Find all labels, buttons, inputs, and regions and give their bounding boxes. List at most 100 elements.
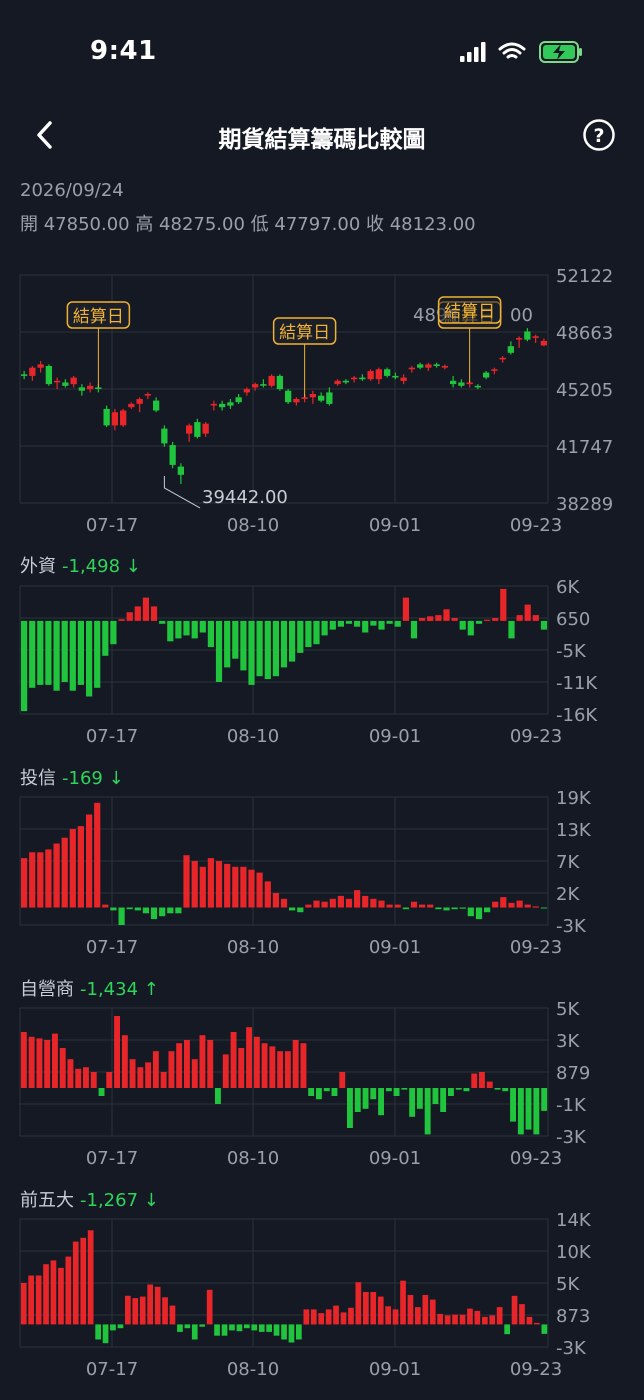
candle-body xyxy=(136,399,143,404)
dealer-bar xyxy=(90,1072,97,1088)
trust-bar xyxy=(435,907,442,910)
trust-bar xyxy=(167,907,174,914)
dealer-bar xyxy=(510,1088,516,1122)
foreign-delta-value: -1,498 xyxy=(62,556,121,577)
top5-bar xyxy=(496,1307,503,1325)
candle-body xyxy=(153,400,160,411)
trust-bar xyxy=(459,907,466,909)
candle-body xyxy=(186,425,193,434)
dealer-bar xyxy=(152,1051,159,1088)
dealer-bar xyxy=(494,1088,501,1090)
candle-body xyxy=(120,410,127,426)
trust-bar xyxy=(508,902,515,908)
status-icons xyxy=(460,41,582,63)
foreign-bar xyxy=(224,620,231,668)
trust-bar xyxy=(21,858,28,908)
trust-bar xyxy=(337,895,344,908)
top5-bar xyxy=(429,1299,436,1325)
top5-bar xyxy=(348,1307,354,1325)
dealer-bar xyxy=(145,1062,152,1088)
trust-bar xyxy=(451,907,458,910)
candle-body xyxy=(384,369,391,376)
help-icon[interactable]: ? xyxy=(582,118,616,152)
trust-bar xyxy=(191,861,198,908)
foreign-bar xyxy=(45,620,52,685)
foreign-bar xyxy=(207,620,214,648)
candle-body xyxy=(417,364,424,368)
dealer-bar xyxy=(517,1088,524,1135)
trust-bar xyxy=(272,893,279,908)
dealer-y-tick: 5K xyxy=(556,999,580,1020)
trust-bar xyxy=(240,866,247,908)
dealer-x-tick: 07-17 xyxy=(86,1148,138,1169)
wifi-icon xyxy=(498,42,526,59)
foreign-bar xyxy=(37,620,44,685)
foreign-bar xyxy=(427,616,434,621)
trust-bar xyxy=(110,907,117,911)
dealer-bar xyxy=(541,1088,548,1111)
dealer-bar xyxy=(207,1040,214,1088)
dealer-bar xyxy=(36,1038,43,1088)
top5-bar xyxy=(72,1241,79,1325)
low-annotation-text: 39442.00 xyxy=(202,487,288,508)
trust-bar xyxy=(118,907,125,925)
candle-body xyxy=(70,377,77,385)
candle-body xyxy=(293,399,300,403)
dealer-bar xyxy=(106,1072,113,1088)
candle-body xyxy=(243,389,250,393)
top5-bar-chart: 14K 10K 5K 873 -3K 07-17 08-10 09-01 09-23 xyxy=(19,1210,592,1380)
foreign-x-tick: 07-17 xyxy=(86,726,138,747)
foreign-bar xyxy=(102,620,109,656)
trust-bar xyxy=(443,907,450,911)
dealer-bar xyxy=(370,1088,377,1100)
dealer-y-tick: 3K xyxy=(556,1031,580,1052)
dealer-bar xyxy=(246,1027,252,1088)
top5-bar xyxy=(340,1312,347,1325)
candle-body xyxy=(400,377,407,381)
trust-bar xyxy=(45,849,52,908)
foreign-bar xyxy=(354,620,361,627)
trust-bar xyxy=(86,814,93,908)
dealer-bar xyxy=(331,1088,338,1096)
top5-bar xyxy=(110,1324,116,1331)
trust-bar xyxy=(313,900,320,908)
dealer-bar xyxy=(525,1088,532,1130)
top5-bar xyxy=(489,1315,496,1325)
foreign-bar xyxy=(232,620,239,659)
trust-bar xyxy=(232,866,239,908)
foreign-bar xyxy=(61,620,68,682)
candle-body xyxy=(301,397,308,399)
top5-bar xyxy=(437,1313,443,1325)
candle-body xyxy=(194,422,201,437)
candle-body xyxy=(285,390,292,403)
dealer-bar xyxy=(44,1040,51,1088)
dealer-bar xyxy=(339,1072,346,1088)
trust-bar xyxy=(29,852,36,908)
trust-bar xyxy=(183,855,190,908)
foreign-bar xyxy=(516,615,523,621)
top5-bar xyxy=(184,1324,191,1329)
candle-body xyxy=(210,403,217,406)
dealer-bar xyxy=(424,1088,431,1135)
dealer-bar xyxy=(75,1068,82,1088)
foreign-bar xyxy=(167,620,174,642)
trust-bar xyxy=(516,900,523,908)
foreign-bar xyxy=(134,606,141,621)
top5-bar xyxy=(65,1256,72,1325)
trust-bar xyxy=(427,904,434,908)
top5-bar xyxy=(273,1324,280,1336)
top5-bar xyxy=(392,1309,399,1325)
settlement-marker-label: 結算日 xyxy=(73,307,124,327)
top5-bar xyxy=(288,1324,295,1343)
top5-bar xyxy=(147,1284,153,1325)
trust-bar xyxy=(297,907,304,913)
top5-bar xyxy=(511,1295,518,1325)
foreign-bar xyxy=(508,620,515,639)
top5-bar xyxy=(139,1296,146,1325)
foreign-bar xyxy=(313,620,320,645)
top5-bar xyxy=(28,1275,34,1325)
settlement-marker-label: 結算日 xyxy=(279,323,330,343)
dealer-bar xyxy=(277,1051,284,1088)
page-title: 期貨結算籌碼比較圖 xyxy=(218,127,426,153)
top5-bar xyxy=(526,1316,533,1325)
